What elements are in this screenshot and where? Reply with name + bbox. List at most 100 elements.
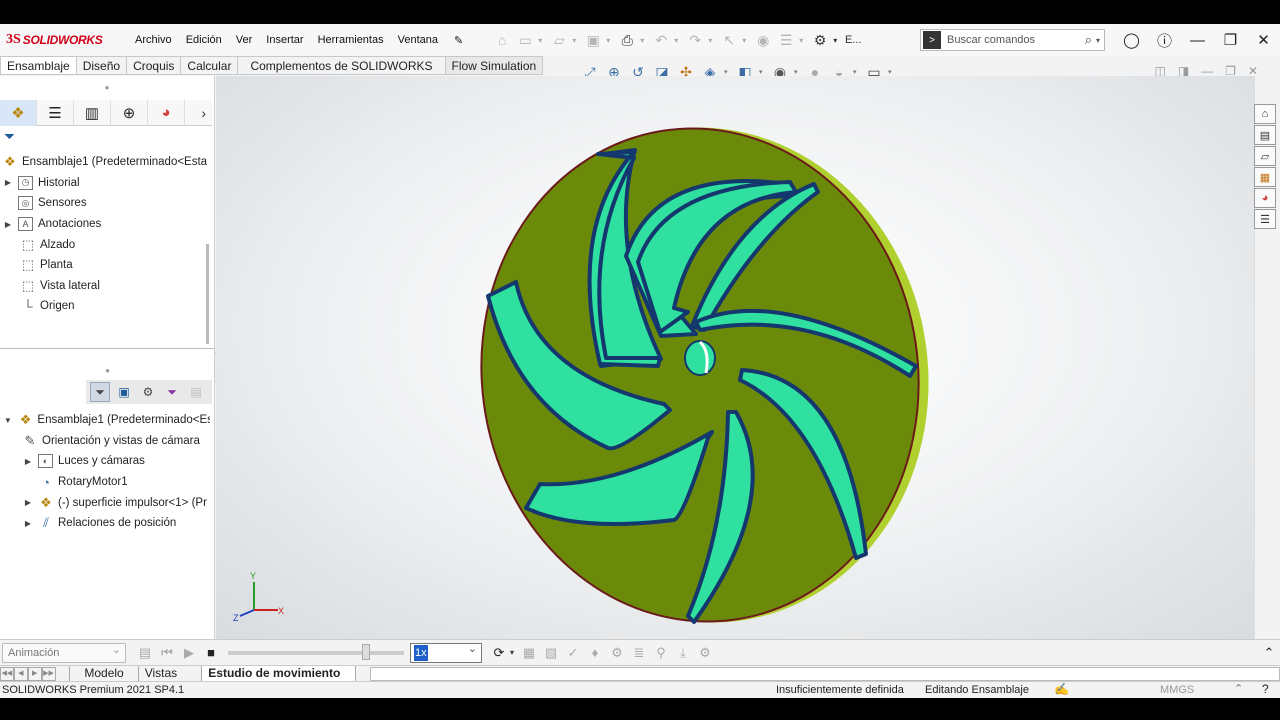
expand-arrow-icon[interactable]: ▶ — [20, 519, 36, 528]
graphics-area[interactable]: Y X Z — [216, 76, 1254, 639]
study-properties-icon[interactable]: ⚙ — [694, 645, 716, 661]
help-icon[interactable]: ⓘ — [1148, 30, 1181, 51]
undo-icon[interactable]: ↶ — [651, 30, 671, 50]
rebuild-status-icon[interactable]: ✍ — [1054, 682, 1069, 696]
options-gear-icon[interactable]: ⚙ — [810, 30, 830, 50]
pin-icon[interactable]: ✎ — [447, 34, 470, 47]
file-explorer-icon[interactable]: ▱ — [1254, 146, 1276, 166]
playback-speed-select[interactable]: 1x — [410, 642, 482, 663]
tab-diseno[interactable]: Diseño — [76, 56, 128, 75]
tab-flow-simulation[interactable]: Flow Simulation — [445, 56, 544, 75]
units-caret-icon[interactable]: ⌃ — [1234, 682, 1243, 695]
search-input[interactable]: Buscar comandos — [947, 34, 1085, 46]
displaymanager-tab-icon[interactable]: ◕ — [148, 99, 185, 126]
search-commands-box[interactable]: > Buscar comandos ⌕ ▾ — [920, 29, 1105, 51]
user-account-icon[interactable]: ◯ — [1115, 31, 1148, 49]
menu-insertar[interactable]: Insertar — [259, 34, 310, 46]
filter-selected-icon[interactable]: ⚙ — [138, 382, 158, 402]
collapse-arrow-icon[interactable]: ▼ — [0, 416, 16, 425]
expand-arrow-icon[interactable]: ▶ — [20, 498, 36, 507]
spring-icon[interactable]: ≣ — [628, 645, 650, 661]
play-from-start-icon[interactable]: ⏮ — [156, 645, 178, 661]
tab-estudio-movimiento[interactable]: Estudio de movimiento 1 — [202, 665, 356, 695]
first-tab-icon[interactable]: ◀◀ — [0, 666, 14, 681]
motion-item-impulsor[interactable]: ▶ ❖ (-) superficie impulsor<1> (Pr — [0, 492, 210, 513]
play-icon[interactable]: ▶ — [178, 645, 200, 661]
menu-ver[interactable]: Ver — [229, 34, 260, 46]
motor-icon[interactable]: ⚙ — [606, 645, 628, 661]
view-palette-icon[interactable]: ▦ — [1254, 167, 1276, 187]
add-key-icon[interactable]: ♦ — [584, 645, 606, 660]
dimxpertmanager-tab-icon[interactable]: ⊕ — [111, 99, 148, 126]
filter-collapse-icon[interactable]: ▤ — [186, 382, 206, 402]
motion-item-relaciones[interactable]: ▶ ⫽ Relaciones de posición — [0, 513, 210, 534]
tree-item-planta[interactable]: ⬚ Planta — [0, 255, 210, 276]
study-type-select[interactable]: Animación — [2, 641, 126, 663]
motion-item-rotarymotor[interactable]: ◔ RotaryMotor1 — [0, 472, 210, 493]
contact-icon[interactable]: ⚲ — [650, 645, 672, 661]
panel-grip[interactable]: ● — [0, 76, 214, 100]
new-document-icon[interactable]: ▭ — [515, 30, 535, 50]
filter-icon[interactable]: ⏷ — [4, 128, 15, 145]
home-icon[interactable]: ⌂ — [492, 30, 512, 50]
open-folder-icon[interactable]: ▱ — [549, 30, 569, 50]
tree-item-anotaciones[interactable]: ▶ A Anotaciones — [0, 214, 210, 235]
propertymanager-tab-icon[interactable]: ☰ — [37, 99, 74, 126]
motion-item-orientacion[interactable]: ✎ Orientación y vistas de cámara — [0, 431, 210, 452]
playback-slider-thumb[interactable] — [362, 643, 370, 660]
tab-ensamblaje[interactable]: Ensamblaje — [0, 56, 77, 75]
expand-arrow-icon[interactable]: ▶ — [0, 220, 16, 229]
tab-croquis[interactable]: Croquis — [127, 56, 182, 75]
filter-results-icon[interactable]: ⏷ — [162, 382, 182, 402]
impeller-model[interactable]: Y X Z — [216, 76, 1254, 639]
tree-item-vista-lateral[interactable]: ⬚ Vista lateral — [0, 276, 210, 297]
next-tab-icon[interactable]: ▶ — [27, 666, 42, 681]
tabs-scrollbar[interactable] — [369, 666, 1280, 681]
minimize-button[interactable]: — — [1181, 32, 1214, 49]
featuremanager-tab-icon[interactable]: ❖ — [0, 99, 37, 126]
configurationmanager-tab-icon[interactable]: ▥ — [74, 99, 111, 126]
prev-tab-icon[interactable]: ◀ — [13, 666, 28, 681]
playback-mode-icon[interactable]: ⟳ — [488, 645, 510, 661]
stop-icon[interactable]: ■ — [200, 645, 222, 660]
animation-wizard-icon[interactable]: ▧ — [540, 645, 562, 661]
calculate-icon[interactable]: ▤ — [134, 645, 156, 661]
tree-item-alzado[interactable]: ⬚ Alzado — [0, 234, 210, 255]
tab-calcular[interactable]: Calcular — [181, 56, 239, 75]
expand-arrow-icon[interactable]: ▶ — [20, 457, 36, 466]
panel-divider[interactable] — [0, 348, 215, 349]
status-help-icon[interactable]: ? — [1262, 682, 1269, 696]
close-button[interactable]: ✕ — [1247, 31, 1280, 49]
feature-tree-scrollbar[interactable] — [206, 244, 209, 344]
truncated-menu[interactable]: E... — [844, 30, 862, 50]
chevron-right-icon[interactable]: › — [201, 105, 206, 121]
home-icon[interactable]: ⌂ — [1254, 104, 1276, 124]
tree-item-sensores[interactable]: ◎ Sensores — [0, 193, 210, 214]
tab-complementos[interactable]: Complementos de SOLIDWORKS — [238, 56, 446, 75]
autokey-icon[interactable]: ✓ — [562, 645, 584, 661]
tree-item-origen[interactable]: └ Origen — [0, 296, 210, 317]
menu-archivo[interactable]: Archivo — [128, 34, 179, 46]
print-icon[interactable]: ⎙ — [617, 30, 637, 50]
unit-system[interactable]: MMGS — [1160, 684, 1194, 696]
tree-item-historial[interactable]: ▶ ◷ Historial — [0, 173, 210, 194]
motion-root-assembly[interactable]: ▼ ❖ Ensamblaje1 (Predeterminado<Es — [0, 410, 210, 431]
file-properties-icon[interactable]: ☰ — [776, 30, 796, 50]
filter-driving-icon[interactable]: ▣ — [114, 382, 134, 402]
tab-modelo[interactable]: Modelo — [69, 665, 139, 682]
filter-animation-icon[interactable]: ⏷ — [90, 382, 110, 402]
menu-herramientas[interactable]: Herramientas — [311, 34, 391, 46]
playback-slider[interactable] — [228, 643, 404, 660]
save-animation-icon[interactable]: ▦ — [518, 645, 540, 661]
menu-ventana[interactable]: Ventana — [391, 34, 445, 46]
collapse-panel-icon[interactable]: ⌃ — [1258, 645, 1280, 661]
gravity-icon[interactable]: ⤓ — [672, 645, 694, 661]
tab-vistas-3d[interactable]: Vistas 3D — [139, 665, 203, 695]
motion-panel-grip[interactable]: ● — [0, 366, 215, 375]
custom-properties-icon[interactable]: ☰ — [1254, 209, 1276, 229]
search-icon[interactable]: ⌕ — [1085, 32, 1092, 48]
expand-arrow-icon[interactable]: ▶ — [0, 178, 16, 187]
solidworks-logo[interactable]: 3S SOLIDWORKS — [0, 24, 128, 56]
design-library-icon[interactable]: ▤ — [1254, 125, 1276, 145]
menu-edicion[interactable]: Edición — [179, 34, 229, 46]
